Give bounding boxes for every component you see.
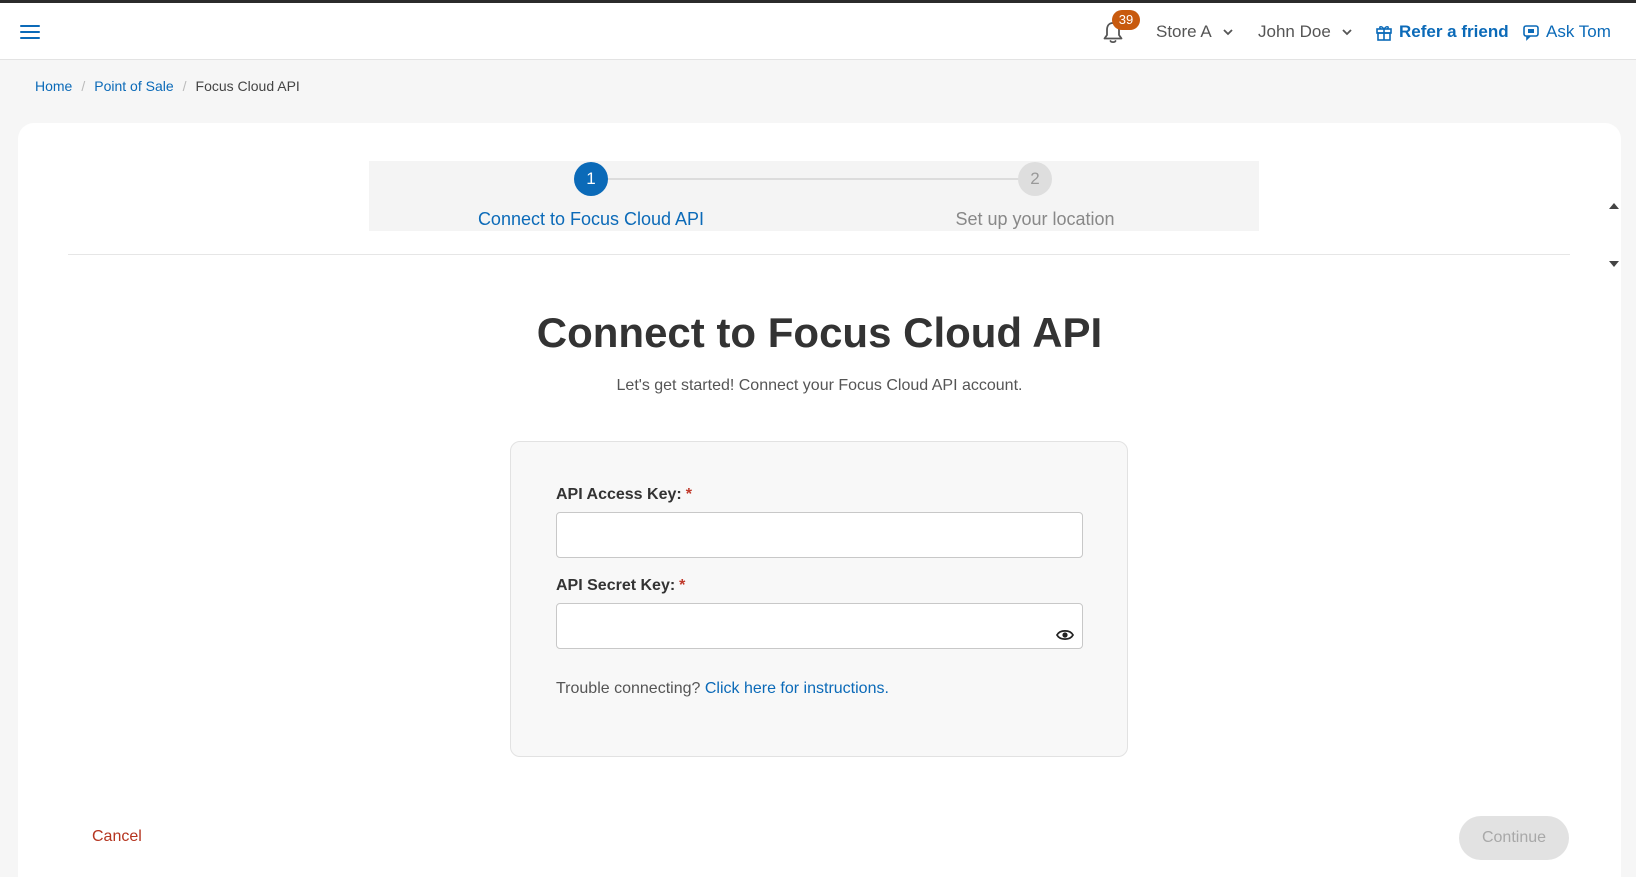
api-access-key-label: API Access Key: * [556, 486, 692, 504]
cancel-button[interactable]: Cancel [92, 828, 142, 846]
scroll-up-arrow-icon[interactable] [1609, 203, 1619, 209]
help-text: Trouble connecting? Click here for instr… [556, 680, 889, 698]
api-secret-key-input[interactable] [556, 603, 1083, 649]
ask-tom-label: Ask Tom [1546, 22, 1611, 41]
chat-bot-icon [1523, 25, 1539, 41]
store-selector-dropdown[interactable]: Store A [1156, 22, 1234, 42]
credentials-form: API Access Key: * API Secret Key: * Troubl… [510, 441, 1128, 757]
breadcrumb-current: Focus Cloud API [195, 78, 300, 94]
breadcrumb-home-link[interactable]: Home [35, 78, 72, 94]
breadcrumb-separator: / [182, 78, 187, 94]
continue-button[interactable]: Continue [1459, 816, 1569, 860]
user-name-label: John Doe [1258, 22, 1331, 41]
required-marker: * [679, 577, 686, 594]
hamburger-menu-icon[interactable] [20, 25, 40, 41]
scroll-down-arrow-icon[interactable] [1609, 261, 1619, 267]
main-card: 1 2 Connect to Focus Cloud API Set up yo… [18, 123, 1621, 877]
api-access-key-label-text: API Access Key: [556, 486, 682, 503]
page-title: Connect to Focus Cloud API [536, 309, 1103, 356]
breadcrumb-point-of-sale-link[interactable]: Point of Sale [94, 78, 173, 94]
required-marker: * [685, 486, 692, 503]
gift-icon [1376, 26, 1392, 41]
section-divider [68, 254, 1570, 255]
store-selector-label: Store A [1156, 22, 1212, 41]
step-2-label[interactable]: Set up your location [955, 209, 1114, 230]
top-navbar: 39 Store A John Doe Refer a friend Ask T… [0, 0, 1636, 60]
help-text-prefix: Trouble connecting? [556, 680, 701, 697]
chevron-down-icon [1342, 29, 1352, 36]
notification-count-badge: 39 [1112, 10, 1140, 30]
api-secret-key-label-text: API Secret Key: [556, 577, 676, 594]
refer-a-friend-label: Refer a friend [1399, 22, 1509, 41]
breadcrumb-separator: / [81, 78, 86, 94]
page-subtitle: Let's get started! Connect your Focus Cl… [616, 377, 1023, 394]
breadcrumb: Home / Point of Sale / Focus Cloud API [35, 78, 300, 94]
api-access-key-input[interactable] [556, 512, 1083, 558]
setup-stepper: 1 2 Connect to Focus Cloud API Set up yo… [369, 161, 1619, 267]
stepper-connector-line [591, 178, 1035, 180]
api-secret-key-label: API Secret Key: * [556, 577, 685, 595]
step-1-label[interactable]: Connect to Focus Cloud API [478, 209, 704, 230]
chevron-down-icon [1223, 29, 1233, 36]
user-menu-dropdown[interactable]: John Doe [1258, 22, 1353, 42]
show-password-eye-icon[interactable] [1055, 628, 1075, 642]
instructions-link[interactable]: Click here for instructions. [705, 680, 889, 697]
refer-a-friend-link[interactable]: Refer a friend [1375, 22, 1509, 42]
step-2-indicator[interactable]: 2 [1018, 162, 1052, 196]
step-1-indicator[interactable]: 1 [574, 162, 608, 196]
ask-tom-link[interactable]: Ask Tom [1522, 22, 1611, 42]
